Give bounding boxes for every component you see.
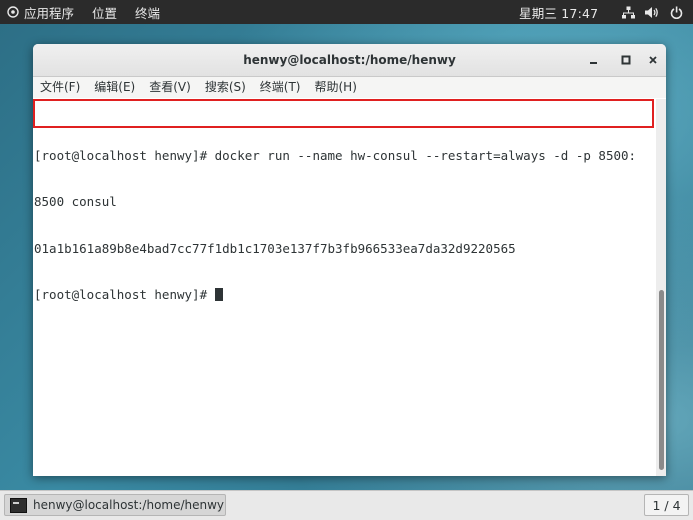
places-label: 位置 <box>92 5 118 21</box>
menu-view[interactable]: 查看(V) <box>142 77 198 98</box>
system-tray[interactable] <box>621 0 683 24</box>
close-button[interactable] <box>645 52 661 68</box>
close-icon <box>649 56 657 64</box>
workspace-label: 1 / 4 <box>652 497 681 513</box>
terminal-app-label: 终端 <box>135 5 161 21</box>
text-cursor <box>214 288 223 301</box>
terminal-output[interactable]: [root@localhost henwy]# docker run --nam… <box>33 99 656 476</box>
top-menu: 应用程序 位置 终端 <box>0 0 160 24</box>
terminal-icon <box>10 497 27 513</box>
menu-file[interactable]: 文件(F) <box>33 77 87 98</box>
window-menubar: 文件(F) 编辑(E) 查看(V) 搜索(S) 终端(T) 帮助(H) <box>33 77 666 98</box>
terminal-line-command-continued: 8500 consul <box>34 194 117 209</box>
scrollbar[interactable] <box>656 99 666 476</box>
applications-menu[interactable]: 应用程序 <box>0 0 74 24</box>
taskbar-window-label: henwy@localhost:/home/henwy <box>33 498 225 512</box>
terminal-line-command: [root@localhost henwy]# docker run --nam… <box>34 147 637 163</box>
maximize-button[interactable] <box>618 52 634 68</box>
apps-logo-icon <box>7 6 19 18</box>
terminal-line-container-id: 01a1b161a89b8e4bad7cc77f1db1c1703e137f7b… <box>34 240 516 256</box>
taskbar-window-button[interactable]: henwy@localhost:/home/henwy <box>4 494 226 516</box>
menu-help[interactable]: 帮助(H) <box>308 77 364 98</box>
workspace-switcher[interactable]: 1 / 4 <box>644 494 689 516</box>
menu-terminal[interactable]: 终端(T) <box>253 77 308 98</box>
scrollbar-thumb[interactable] <box>659 290 664 470</box>
command-highlight-box <box>33 99 654 128</box>
terminal-line-prompt: [root@localhost henwy]# <box>34 287 656 303</box>
minimize-icon <box>590 62 597 64</box>
clock[interactable]: 星期三 17:47 <box>519 0 598 24</box>
places-menu[interactable]: 位置 <box>92 0 117 24</box>
menu-search[interactable]: 搜索(S) <box>198 77 253 98</box>
window-title: henwy@localhost:/home/henwy <box>243 53 456 67</box>
bottom-taskbar: henwy@localhost:/home/henwy 1 / 4 <box>0 490 693 520</box>
applications-label: 应用程序 <box>24 5 75 21</box>
terminal-app-menu[interactable]: 终端 <box>135 0 160 24</box>
maximize-icon <box>621 55 631 65</box>
prompt-text: [root@localhost henwy]# <box>34 287 215 302</box>
terminal-window: henwy@localhost:/home/henwy 文件(F) 编辑(E) … <box>33 44 666 476</box>
top-bar: 应用程序 位置 终端 星期三 17:47 <box>0 0 693 24</box>
network-icon[interactable] <box>621 5 635 19</box>
menu-edit[interactable]: 编辑(E) <box>87 77 142 98</box>
window-titlebar[interactable]: henwy@localhost:/home/henwy <box>33 44 666 77</box>
minimize-button[interactable] <box>586 52 602 68</box>
clock-text: 星期三 17:47 <box>519 5 599 21</box>
volume-icon[interactable] <box>645 5 659 19</box>
power-icon[interactable] <box>669 5 683 19</box>
